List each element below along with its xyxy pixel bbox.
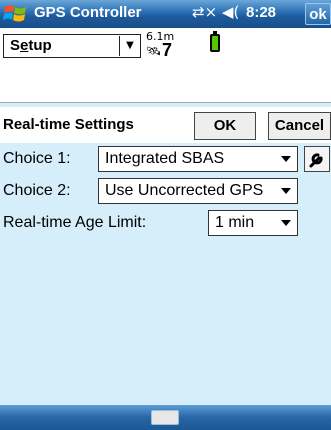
chevron-down-icon: [281, 188, 291, 194]
wrench-icon: [309, 153, 323, 168]
settings-header: Real-time Settings OK Cancel: [0, 107, 331, 143]
choice1-select[interactable]: Integrated SBAS: [98, 146, 298, 172]
connectivity-volume-icons[interactable]: ⇄× ◀(: [192, 3, 239, 21]
satellite-count: 7: [162, 40, 173, 60]
bottom-menu-bar: [0, 405, 331, 430]
choice1-value: Integrated SBAS: [105, 150, 225, 167]
chevron-down-icon: [281, 156, 291, 162]
settings-title: Real-time Settings: [3, 116, 134, 133]
keyboard-icon[interactable]: [151, 410, 179, 425]
configure-button[interactable]: [304, 146, 330, 172]
choice2-row: Choice 2: Use Uncorrected GPS: [0, 178, 331, 206]
setup-menu-dropdown[interactable]: Setup ▼: [3, 34, 141, 58]
chevron-down-icon[interactable]: ▼: [119, 36, 140, 56]
clock[interactable]: 8:28: [246, 4, 276, 21]
age-limit-select[interactable]: 1 min: [208, 210, 298, 236]
title-bar: GPS Controller ⇄× ◀( 8:28 ok: [0, 0, 331, 28]
age-limit-row: Real-time Age Limit: 1 min: [0, 210, 331, 238]
ok-close-button[interactable]: ok: [305, 3, 331, 25]
chevron-down-icon: [281, 220, 291, 226]
age-limit-label: Real-time Age Limit:: [3, 214, 147, 231]
satellite-icon: 🛰: [146, 44, 162, 58]
windows-start-icon[interactable]: [3, 2, 27, 26]
choice2-label: Choice 2:: [3, 182, 71, 199]
choice1-label: Choice 1:: [3, 150, 71, 167]
app-title: GPS Controller: [34, 4, 142, 21]
status-blank-row: [0, 72, 331, 103]
choice2-value: Use Uncorrected GPS: [105, 182, 264, 199]
age-limit-value: 1 min: [215, 214, 255, 231]
choice2-select[interactable]: Use Uncorrected GPS: [98, 178, 298, 204]
choice1-row: Choice 1: Integrated SBAS: [0, 146, 331, 174]
setup-menu-label: Setup: [10, 37, 52, 54]
ok-button[interactable]: OK: [194, 112, 256, 140]
cancel-button[interactable]: Cancel: [268, 112, 331, 140]
status-toolbar: Setup ▼ 6.1m 🛰 7: [0, 28, 331, 73]
battery-icon[interactable]: [210, 31, 220, 52]
